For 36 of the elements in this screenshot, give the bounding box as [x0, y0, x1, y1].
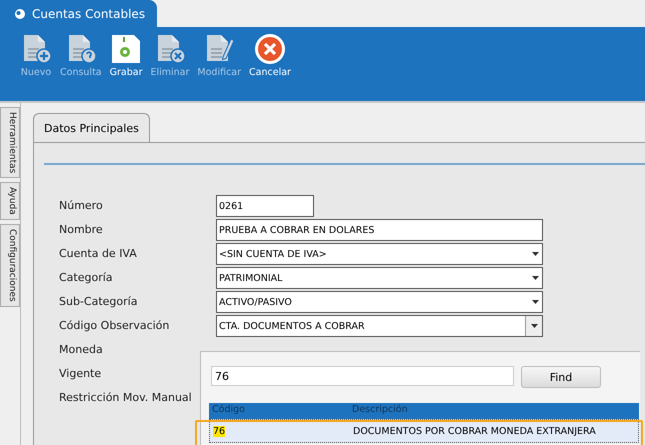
side-tab[interactable]: Herramientas: [0, 107, 20, 178]
table-cell: 76: [213, 426, 226, 436]
text-field[interactable]: PRUEBA A COBRAR EN DOLARES: [216, 219, 543, 241]
field-label: Número: [58, 198, 104, 214]
dropdown-field[interactable]: <SIN CUENTA DE IVA>: [216, 243, 543, 265]
toolbar-button[interactable]: Cancelar: [247, 33, 293, 78]
app-logo-icon: [14, 8, 26, 20]
field-label: Sub-Categoría: [58, 294, 138, 310]
caret-icon: [532, 252, 538, 256]
tab[interactable]: Datos Principales: [33, 113, 150, 143]
toolbar-button[interactable]: Grabar: [108, 33, 144, 78]
column-header: Descripción: [351, 403, 409, 417]
find-button[interactable]: Find: [521, 366, 601, 388]
combo-field[interactable]: CTA. DOCUMENTOS A COBRAR: [216, 315, 543, 337]
caret-icon: [530, 324, 538, 328]
field-label: Vigente: [58, 366, 102, 382]
field-label: Categoría: [58, 270, 114, 286]
window-title: Cuentas Contables: [0, 0, 158, 27]
field-label: Cuenta de IVA: [58, 246, 138, 262]
cancel-icon: [254, 33, 286, 65]
dropdown-field[interactable]: PATRIMONIAL: [216, 267, 543, 289]
save-icon: [110, 33, 142, 65]
side-tab[interactable]: Ayuda: [0, 182, 20, 220]
field-label: Nombre: [58, 222, 104, 238]
field-label: Restricción Mov. Manual: [58, 390, 193, 406]
caret-icon: [532, 276, 538, 280]
table-cell-text: DOCUMENTOS POR COBRAR MONEDA EXTRANJERA: [352, 426, 596, 436]
field-label: Moneda: [58, 342, 104, 358]
field-label: Código Observación: [58, 318, 170, 334]
search-field[interactable]: 76: [211, 366, 514, 386]
dropdown-field[interactable]: ACTIVO/PASIVO: [216, 291, 543, 313]
caret-icon: [532, 300, 538, 304]
column-header: Código: [211, 403, 246, 417]
side-tab[interactable]: Configuraciones: [0, 224, 20, 307]
text-field[interactable]: 0261: [216, 195, 314, 217]
table-row[interactable]: 76 DOCUMENTOS POR COBRAR MONEDA EXTRANJERA: [209, 419, 639, 443]
